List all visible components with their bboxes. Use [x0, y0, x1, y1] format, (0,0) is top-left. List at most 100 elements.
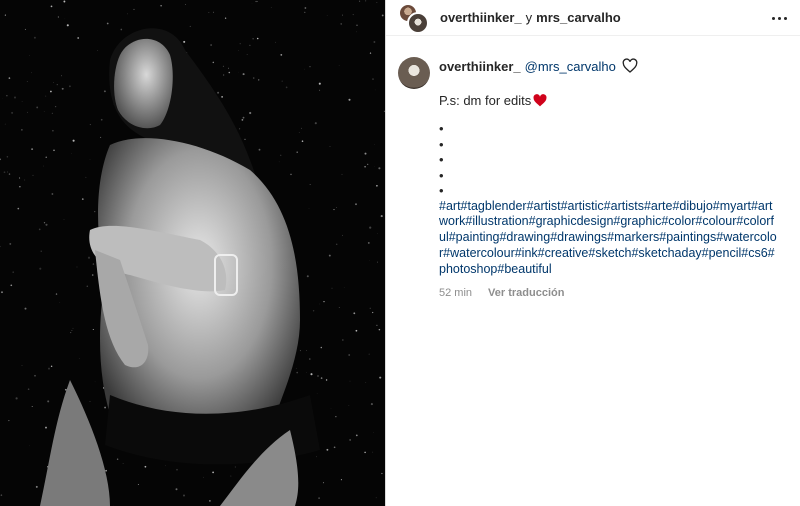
sparkle [81, 198, 84, 200]
sparkle [105, 469, 107, 472]
sparkle [320, 377, 323, 379]
sparkle [14, 96, 16, 99]
sparkle [299, 350, 301, 352]
bullet-list: • • • • • [439, 121, 788, 199]
sparkle [27, 111, 28, 113]
sparkle [57, 16, 60, 18]
sparkle [343, 287, 345, 288]
collab-avatars[interactable] [398, 2, 429, 34]
sparkle [306, 350, 307, 351]
sparkle [208, 12, 210, 13]
bullet: • [439, 183, 444, 198]
heart-outline-icon[interactable] [622, 58, 638, 74]
author-link[interactable]: mrs_carvalho [536, 10, 621, 25]
sparkle [137, 483, 139, 486]
sparkle [370, 403, 373, 406]
sparkle [31, 72, 32, 74]
sparkle [252, 77, 255, 79]
sparkle [227, 67, 229, 69]
timestamp[interactable]: 52 min [439, 287, 472, 299]
sparkle [372, 311, 374, 314]
sparkle [224, 17, 227, 19]
sparkle [100, 136, 102, 138]
post-photo[interactable] [0, 0, 385, 506]
sparkle [212, 61, 215, 64]
sparkle [24, 307, 27, 310]
sparkle [369, 226, 372, 229]
sparkle [3, 171, 6, 174]
sparkle [342, 339, 344, 341]
more-horizontal-icon [771, 16, 775, 20]
mention-link[interactable]: @mrs_carvalho [525, 59, 616, 74]
sparkle [72, 327, 74, 329]
sparkle [78, 358, 80, 359]
avatar[interactable] [398, 57, 430, 89]
sparkle [246, 53, 248, 55]
sparkle [340, 479, 342, 481]
sparkle [11, 111, 14, 114]
sparkle [8, 420, 10, 422]
sparkle [39, 267, 42, 270]
photo-image [0, 0, 385, 506]
sparkle [364, 152, 367, 155]
hashtags[interactable]: #art#tagblender#artist#artistic#artists#… [439, 199, 779, 278]
sparkle [19, 177, 21, 179]
sparkle [175, 488, 178, 491]
sparkle [203, 476, 204, 478]
sparkle [17, 207, 20, 210]
sparkle [317, 375, 319, 377]
sparkle [4, 14, 6, 16]
sparkle [176, 468, 178, 471]
sparkle [352, 14, 354, 16]
sparkle [338, 307, 340, 308]
sparkle [8, 77, 11, 79]
sparkle [369, 52, 372, 54]
sparkle [21, 365, 23, 366]
sparkle [24, 28, 26, 30]
sparkle [6, 156, 9, 158]
sparkle [43, 111, 45, 112]
sparkle [340, 23, 343, 25]
sparkle [325, 379, 328, 381]
more-options-button[interactable] [768, 9, 790, 27]
sparkle [55, 293, 58, 295]
sparkle [89, 401, 91, 403]
comment-username[interactable]: overthiinker_ [439, 59, 521, 74]
sparkle [309, 358, 311, 360]
sparkle [238, 50, 239, 51]
sparkle [369, 307, 371, 309]
sparkle [76, 266, 78, 268]
sparkle [270, 7, 272, 8]
sparkle [183, 40, 186, 43]
sparkle [256, 37, 259, 40]
sparkle [376, 2, 378, 3]
sparkle [298, 132, 300, 133]
sparkle [15, 397, 18, 400]
sparkle [239, 43, 241, 45]
caption-text: P.s: dm for edits [439, 93, 532, 108]
sparkle [295, 367, 297, 369]
see-translation-button[interactable]: Ver traducción [488, 287, 564, 299]
sparkle [89, 124, 91, 126]
sparkle [349, 439, 351, 441]
sparkle [341, 173, 343, 175]
sparkle [106, 22, 109, 25]
sparkle [32, 174, 34, 176]
sparkle [189, 25, 191, 27]
sparkle [335, 416, 337, 418]
sparkle [329, 146, 331, 147]
sparkle [375, 497, 377, 499]
sparkle [296, 151, 298, 154]
bullet: • [439, 152, 444, 167]
author-link[interactable]: overthiinker_ [440, 10, 522, 25]
sparkle [97, 49, 99, 51]
sparkle [45, 223, 48, 226]
sparkle [59, 302, 61, 304]
sparkle [33, 36, 36, 39]
sparkle [182, 494, 186, 497]
sparkle [103, 90, 106, 93]
sparkle [290, 173, 292, 176]
sparkle [12, 271, 14, 273]
sparkle [252, 38, 254, 40]
sparkle [376, 261, 379, 263]
